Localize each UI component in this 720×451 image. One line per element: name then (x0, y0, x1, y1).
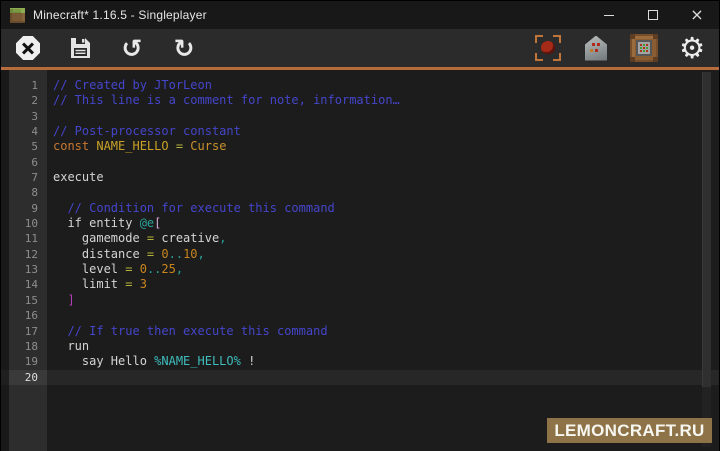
line-number: 9 (1, 201, 47, 216)
minecraft-grass-block-icon (10, 8, 25, 23)
code-text: // This line is a comment for note, info… (47, 93, 400, 108)
save-button[interactable] (65, 33, 95, 63)
scrollbar-thumb[interactable] (702, 72, 711, 387)
code-text: execute (47, 170, 104, 185)
code-line[interactable]: 1// Created by JTorLeon (1, 78, 719, 93)
maximize-icon (648, 10, 658, 20)
line-number: 18 (1, 339, 47, 354)
line-number: 20 (1, 370, 47, 385)
close-icon: × (690, 7, 703, 23)
toolbar-right-group: ⚙ (533, 33, 707, 63)
code-line[interactable]: 4// Post-processor constant (1, 124, 719, 139)
code-text: const NAME_HELLO = Curse (47, 139, 226, 154)
code-text: // Post-processor constant (47, 124, 241, 139)
code-text (47, 155, 53, 170)
line-number: 17 (1, 324, 47, 339)
code-text: run (47, 339, 89, 354)
code-line[interactable]: 9 // Condition for execute this command (1, 201, 719, 216)
line-number: 12 (1, 247, 47, 262)
code-text: distance = 0..10, (47, 247, 205, 262)
code-line[interactable]: 16 (1, 308, 719, 323)
code-line[interactable]: 5const NAME_HELLO = Curse (1, 139, 719, 154)
code-line[interactable]: 8 (1, 185, 719, 200)
window-controls: × (587, 1, 719, 29)
code-text (47, 370, 53, 385)
code-text (47, 185, 53, 200)
code-line[interactable]: 13 level = 0..25, (1, 262, 719, 277)
mob-house-icon (585, 36, 607, 61)
close-button[interactable]: × (675, 1, 719, 29)
redstone-dust-icon (535, 35, 561, 61)
line-number: 8 (1, 185, 47, 200)
line-number: 14 (1, 277, 47, 292)
code-text (47, 109, 53, 124)
code-line[interactable]: 18 run (1, 339, 719, 354)
code-line[interactable]: 14 limit = 3 (1, 277, 719, 292)
toolbar: ↺ ↻ (1, 29, 719, 67)
command-block-icon (630, 34, 658, 62)
gear-icon: ⚙ (679, 34, 705, 63)
toolbar-left-group: ↺ ↻ (13, 33, 199, 63)
line-number: 15 (1, 293, 47, 308)
watermark-badge: LEMONCRAFT.RU (547, 418, 712, 443)
mob-house-button[interactable] (581, 33, 611, 63)
scrollbar-track[interactable] (702, 72, 711, 447)
code-text (47, 308, 53, 323)
code-text: ] (47, 293, 75, 308)
code-line[interactable]: 10 if entity @e[ (1, 216, 719, 231)
redo-icon: ↻ (174, 36, 195, 61)
line-number: 2 (1, 93, 47, 108)
redo-button[interactable]: ↻ (169, 33, 199, 63)
settings-button[interactable]: ⚙ (677, 33, 707, 63)
minimize-button[interactable] (587, 1, 631, 29)
code-line[interactable]: 19 say Hello %NAME_HELLO% ! (1, 354, 719, 369)
title-bar[interactable]: Minecraft* 1.16.5 - Singleplayer × (1, 1, 719, 29)
code-text: limit = 3 (47, 277, 147, 292)
redstone-select-button[interactable] (533, 33, 563, 63)
undo-icon: ↺ (122, 36, 143, 61)
line-number: 7 (1, 170, 47, 185)
line-number: 3 (1, 109, 47, 124)
line-number: 5 (1, 139, 47, 154)
cancel-icon (16, 36, 40, 60)
minimize-icon (604, 15, 614, 16)
line-number: 6 (1, 155, 47, 170)
code-text: // Condition for execute this command (47, 201, 335, 216)
undo-button[interactable]: ↺ (117, 33, 147, 63)
maximize-button[interactable] (631, 1, 675, 29)
line-number: 16 (1, 308, 47, 323)
code-editor[interactable]: 1// Created by JTorLeon2// This line is … (1, 70, 719, 451)
code-line[interactable]: 6 (1, 155, 719, 170)
line-number: 1 (1, 78, 47, 93)
save-icon (68, 36, 92, 60)
code-line[interactable]: 3 (1, 109, 719, 124)
command-block-button[interactable] (629, 33, 659, 63)
line-number: 11 (1, 231, 47, 246)
window-title: Minecraft* 1.16.5 - Singleplayer (33, 8, 207, 22)
code-line[interactable]: 7execute (1, 170, 719, 185)
code-text: // If true then execute this command (47, 324, 328, 339)
code-text: gamemode = creative, (47, 231, 226, 246)
line-number: 13 (1, 262, 47, 277)
app-window: Minecraft* 1.16.5 - Singleplayer × (0, 0, 720, 451)
line-number: 19 (1, 354, 47, 369)
code-line[interactable]: 12 distance = 0..10, (1, 247, 719, 262)
code-line[interactable]: 11 gamemode = creative, (1, 231, 719, 246)
code-line[interactable]: 15 ] (1, 293, 719, 308)
line-number: 4 (1, 124, 47, 139)
code-line[interactable]: 2// This line is a comment for note, inf… (1, 93, 719, 108)
code-text: // Created by JTorLeon (47, 78, 212, 93)
line-number: 10 (1, 216, 47, 231)
code-lines: 1// Created by JTorLeon2// This line is … (1, 70, 719, 451)
code-line[interactable]: 20 (1, 370, 719, 385)
code-text: if entity @e[ (47, 216, 161, 231)
watermark-text: LEMONCRAFT.RU (554, 421, 704, 441)
code-line[interactable]: 17 // If true then execute this command (1, 324, 719, 339)
code-text: level = 0..25, (47, 262, 183, 277)
code-text: say Hello %NAME_HELLO% ! (47, 354, 255, 369)
cancel-button[interactable] (13, 33, 43, 63)
